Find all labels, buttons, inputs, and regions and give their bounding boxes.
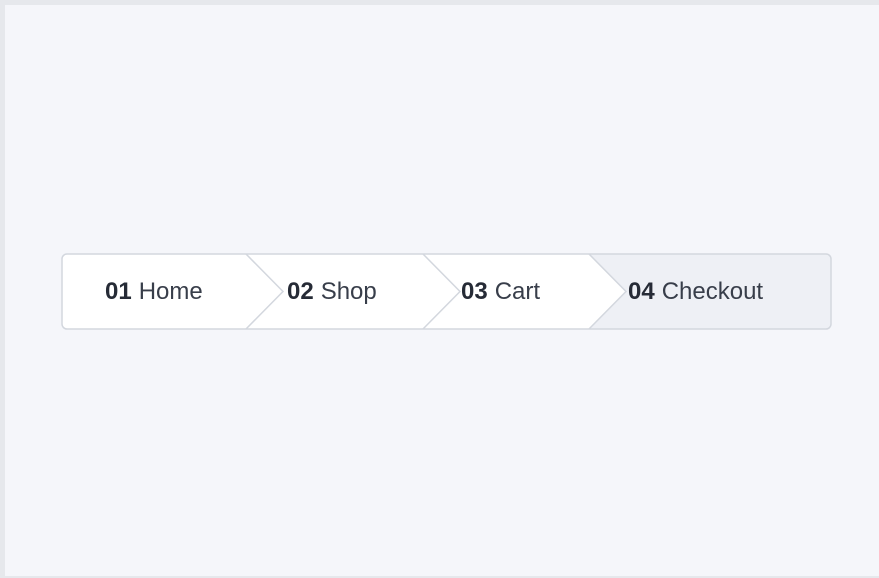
step-number: 01: [105, 277, 132, 305]
page-canvas: 01 Home 02 Shop 03 Cart 04 Checkout: [5, 5, 879, 576]
step-label: Checkout: [661, 277, 764, 305]
step-label: Shop: [320, 277, 377, 305]
step-number: 03: [461, 277, 488, 305]
step-number: 04: [628, 277, 655, 305]
breadcrumb: 01 Home 02 Shop 03 Cart 04 Checkout: [61, 253, 832, 330]
breadcrumb-item-home[interactable]: 01 Home: [105, 253, 203, 330]
step-label: Cart: [494, 277, 541, 305]
breadcrumb-item-shop[interactable]: 02 Shop: [287, 253, 377, 330]
step-label: Home: [138, 277, 203, 305]
breadcrumb-item-checkout[interactable]: 04 Checkout: [628, 253, 763, 330]
breadcrumb-item-cart[interactable]: 03 Cart: [461, 253, 540, 330]
step-number: 02: [287, 277, 314, 305]
